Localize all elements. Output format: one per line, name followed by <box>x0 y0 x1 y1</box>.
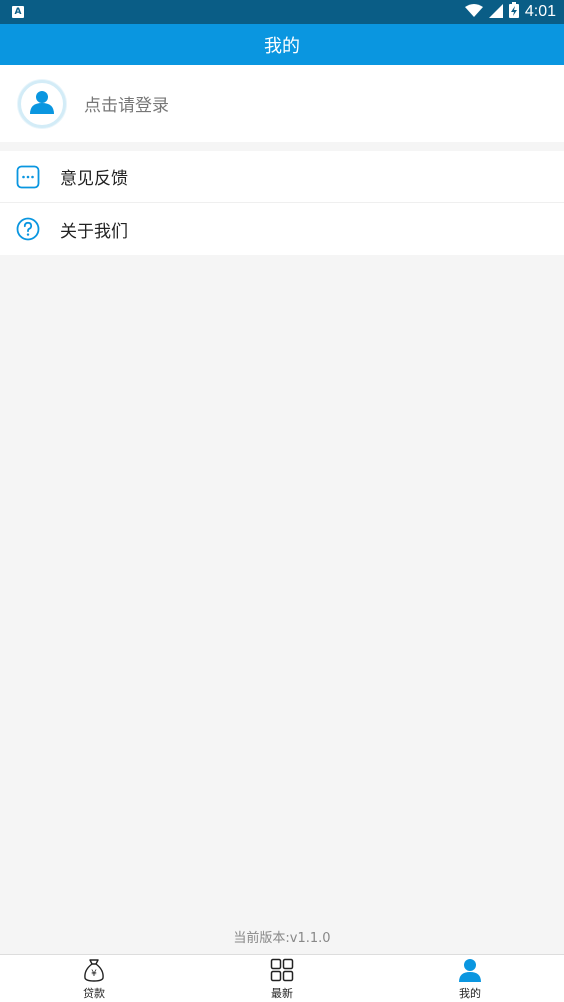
login-prompt[interactable]: 点击请登录 <box>84 91 169 116</box>
tab-label: 最新 <box>271 986 293 1000</box>
tab-loan[interactable]: ¥ 贷款 <box>0 955 188 1002</box>
money-bag-icon: ¥ <box>81 957 107 983</box>
status-right: 4:01 <box>464 2 556 22</box>
login-card[interactable]: 点击请登录 <box>0 65 564 142</box>
tab-label: 我的 <box>459 986 481 1000</box>
tab-mine[interactable]: 我的 <box>376 955 564 1002</box>
grid-icon <box>269 957 295 983</box>
svg-text:¥: ¥ <box>91 969 97 979</box>
tab-latest[interactable]: 最新 <box>188 955 376 1002</box>
menu-item-feedback[interactable]: 意见反馈 <box>0 151 564 203</box>
signal-icon <box>488 3 503 22</box>
app-bar: 我的 <box>0 24 564 65</box>
battery-icon <box>508 2 519 22</box>
avatar[interactable] <box>18 79 66 128</box>
version-text: 当前版本:v1.1.0 <box>233 931 331 946</box>
user-icon <box>29 89 55 119</box>
wifi-icon <box>464 3 483 22</box>
bottom-tab-bar: ¥ 贷款 最新 我的 <box>0 954 564 1002</box>
menu-item-label: 关于我们 <box>60 221 128 242</box>
menu-item-about[interactable]: 关于我们 <box>0 203 564 255</box>
status-left: A <box>12 6 24 18</box>
help-icon <box>16 217 40 241</box>
notification-indicator: A <box>12 6 24 18</box>
menu-item-label: 意见反馈 <box>60 169 128 189</box>
tab-label: 贷款 <box>83 986 105 1000</box>
status-time: 4:01 <box>524 3 556 20</box>
user-icon <box>457 957 483 983</box>
feedback-icon <box>16 165 40 189</box>
status-bar: A 4:01 <box>0 0 564 24</box>
page-title: 我的 <box>264 35 300 57</box>
settings-menu: 意见反馈 关于我们 <box>0 151 564 255</box>
